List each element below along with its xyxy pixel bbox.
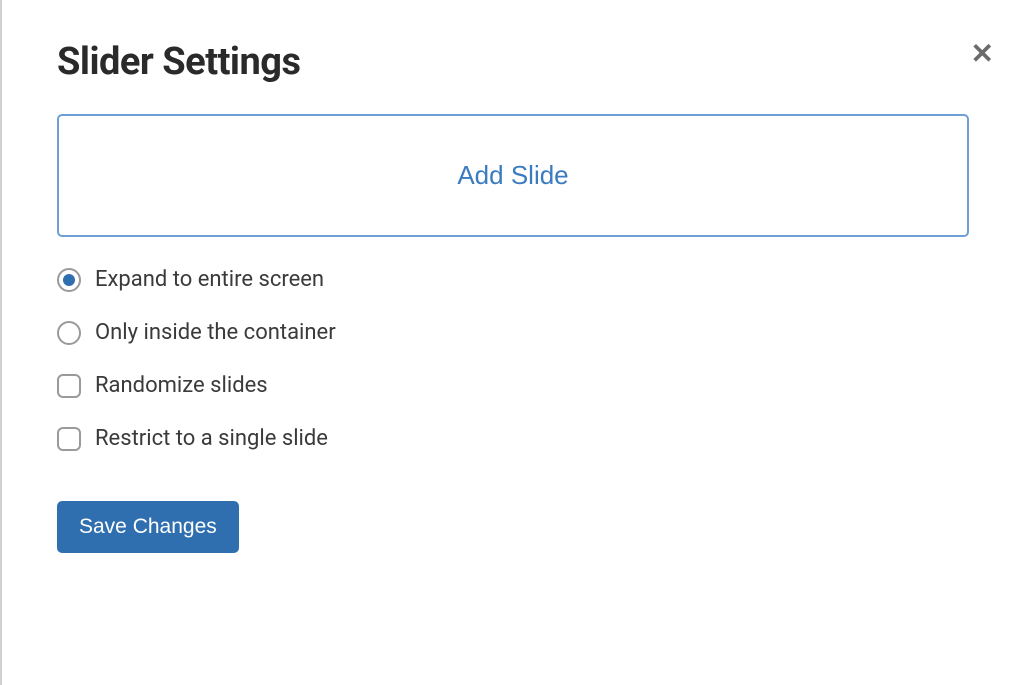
option-restrict-single-slide[interactable]: Restrict to a single slide: [57, 426, 969, 451]
option-only-inside-container[interactable]: Only inside the container: [57, 320, 969, 345]
option-label: Restrict to a single slide: [95, 426, 328, 451]
option-label: Expand to entire screen: [95, 267, 324, 292]
option-label: Randomize slides: [95, 373, 268, 398]
close-button[interactable]: ✕: [971, 40, 994, 68]
add-slide-button[interactable]: Add Slide: [57, 114, 969, 237]
checkbox-randomize-slides[interactable]: [57, 374, 81, 398]
option-label: Only inside the container: [95, 320, 336, 345]
modal-title: Slider Settings: [57, 40, 969, 84]
radio-expand-entire-screen[interactable]: [57, 268, 81, 292]
options-group: Expand to entire screen Only inside the …: [57, 267, 969, 451]
slider-settings-modal: ✕ Slider Settings Add Slide Expand to en…: [0, 0, 1024, 685]
close-icon: ✕: [971, 38, 994, 69]
option-expand-entire-screen[interactable]: Expand to entire screen: [57, 267, 969, 292]
radio-only-inside-container[interactable]: [57, 321, 81, 345]
option-randomize-slides[interactable]: Randomize slides: [57, 373, 969, 398]
checkbox-restrict-single-slide[interactable]: [57, 427, 81, 451]
save-changes-button[interactable]: Save Changes: [57, 501, 239, 553]
